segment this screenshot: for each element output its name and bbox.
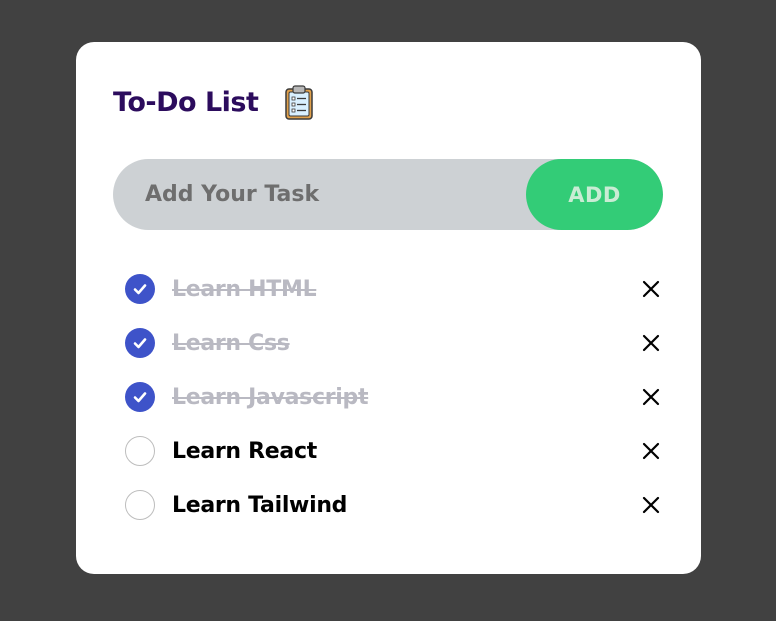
add-button[interactable]: ADD — [526, 159, 663, 230]
task-list: Learn HTML Learn Css Learn Javascript Le… — [125, 274, 660, 532]
task-label: Learn React — [172, 438, 317, 464]
header: To-Do List — [113, 82, 314, 122]
checked-icon[interactable] — [125, 274, 155, 304]
close-icon[interactable] — [639, 439, 663, 463]
checked-icon[interactable] — [125, 328, 155, 358]
task-label: Learn HTML — [172, 276, 317, 302]
add-task-row: ADD — [113, 159, 663, 230]
close-icon[interactable] — [639, 493, 663, 517]
task-label: Learn Tailwind — [172, 492, 348, 518]
task-label: Learn Javascript — [172, 384, 369, 410]
unchecked-circle-icon[interactable] — [125, 436, 155, 466]
list-item[interactable]: Learn HTML — [125, 262, 660, 316]
task-label: Learn Css — [172, 330, 290, 356]
page-title: To-Do List — [113, 86, 259, 118]
list-item[interactable]: Learn Tailwind — [125, 478, 660, 532]
task-input[interactable] — [113, 159, 526, 230]
clipboard-icon — [284, 84, 314, 120]
list-item[interactable]: Learn Javascript — [125, 370, 660, 424]
checked-icon[interactable] — [125, 382, 155, 412]
todo-card: To-Do List ADD Learn HTML — [76, 42, 701, 574]
list-item[interactable]: Learn Css — [125, 316, 660, 370]
close-icon[interactable] — [639, 277, 663, 301]
close-icon[interactable] — [639, 385, 663, 409]
close-icon[interactable] — [639, 331, 663, 355]
list-item[interactable]: Learn React — [125, 424, 660, 478]
unchecked-circle-icon[interactable] — [125, 490, 155, 520]
